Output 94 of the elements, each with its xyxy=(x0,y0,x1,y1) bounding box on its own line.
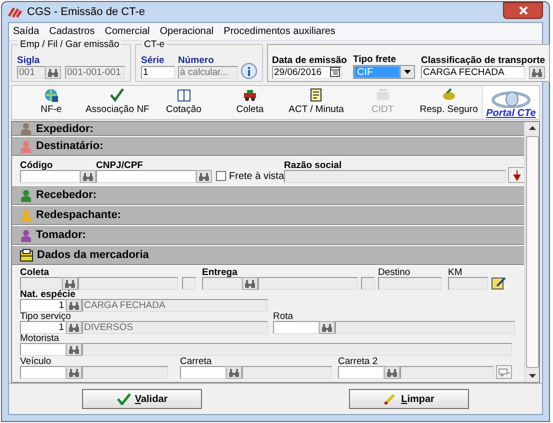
input-field[interactable] xyxy=(96,170,196,183)
field-label: Razão social xyxy=(284,161,343,170)
app-logo-icon xyxy=(8,6,22,18)
field-label: Classificação de transporte xyxy=(420,55,546,66)
close-icon xyxy=(518,6,528,15)
field-label: Veículo xyxy=(20,357,52,366)
field-label: Código xyxy=(20,161,54,170)
check-icon xyxy=(116,393,131,405)
field-label: Tipo serviço xyxy=(20,312,72,321)
menu-item[interactable]: Cadastros xyxy=(49,25,95,38)
input-field[interactable] xyxy=(273,321,319,334)
binoculars-button[interactable] xyxy=(528,66,545,79)
toolbar-button[interactable]: Coleta xyxy=(216,86,284,119)
dropdown-arrow-icon xyxy=(404,70,411,74)
binoculars-button[interactable] xyxy=(384,366,400,379)
calendar-icon[interactable] xyxy=(330,67,340,77)
menu-item[interactable]: Saída xyxy=(13,25,40,38)
close-button[interactable] xyxy=(503,2,543,19)
field-label: Data de emissão xyxy=(272,55,347,66)
input-field[interactable]: 1 xyxy=(20,321,66,334)
toolbar-button[interactable]: Cotação xyxy=(150,86,217,119)
menu-item[interactable]: Procedimentos auxiliares xyxy=(224,25,336,38)
binoculars-button[interactable] xyxy=(45,66,61,79)
readonly-field: à calcular... xyxy=(178,66,238,79)
toolbar-button[interactable]: Associação NF xyxy=(84,86,151,119)
field-label: Tipo frete xyxy=(352,54,398,65)
readonly-field: 001-001-001 xyxy=(65,66,125,79)
binoculars-button[interactable] xyxy=(196,170,212,183)
field-label: Número xyxy=(178,55,215,66)
clear-button[interactable]: Limpar xyxy=(348,389,469,409)
section-header[interactable]: Redespachante: xyxy=(12,206,524,225)
binoculars-button[interactable] xyxy=(66,321,82,334)
toolbar-button[interactable]: NF-e xyxy=(18,86,84,119)
section-header[interactable]: Recebedor: xyxy=(12,186,524,205)
check-icon xyxy=(109,87,126,103)
menu-item[interactable]: Operacional xyxy=(160,25,214,38)
field-label: Rota xyxy=(273,312,294,321)
date-field[interactable]: 29/06/2016 xyxy=(272,66,342,79)
field-label: Destino xyxy=(378,268,412,277)
field-label: Carreta 2 xyxy=(338,357,379,366)
down-arrow-button[interactable] xyxy=(508,167,524,183)
input-field[interactable] xyxy=(20,343,66,356)
input-field[interactable]: 1 xyxy=(141,66,175,79)
scrollbar[interactable] xyxy=(524,122,539,382)
input-field[interactable] xyxy=(20,366,66,379)
binoculars-button[interactable] xyxy=(319,321,335,334)
portal-logo-icon xyxy=(490,90,531,108)
toolbar-button[interactable]: ACT / Minuta xyxy=(283,86,350,119)
readonly-field: DIVERSOS xyxy=(82,321,268,334)
input-field[interactable] xyxy=(20,170,80,183)
field-label: Sigla xyxy=(17,55,41,66)
validate-button[interactable]: Validar xyxy=(82,389,202,409)
section-header[interactable]: Dados da mercadoria xyxy=(12,246,524,265)
field-label: Motorista xyxy=(20,334,60,343)
document-icon xyxy=(308,87,324,103)
window-title: CGS - Emissão de CT-e xyxy=(27,6,146,18)
section-header[interactable]: Destinatário: xyxy=(12,137,524,156)
trailer-button[interactable] xyxy=(496,365,512,379)
binoculars-button[interactable] xyxy=(66,343,82,356)
input-field[interactable]: 1 xyxy=(20,299,66,312)
down-arrow-icon xyxy=(513,170,522,180)
field-label: Carreta xyxy=(180,357,213,366)
menu-item[interactable]: Comercial xyxy=(104,25,150,38)
input-field[interactable] xyxy=(338,366,384,379)
section-header[interactable]: Expedidor: xyxy=(12,122,524,136)
input-field[interactable]: CARGA FECHADA xyxy=(420,66,525,79)
eraser-icon xyxy=(383,393,398,405)
binoculars-button[interactable] xyxy=(226,366,242,379)
frete-checkbox[interactable]: Frete à vista xyxy=(216,169,284,183)
edit-note-icon[interactable] xyxy=(491,276,507,290)
readonly-field: 001 xyxy=(17,66,45,79)
toolbar-button[interactable]: Resp. Seguro xyxy=(416,86,482,119)
globe-icon xyxy=(43,87,60,103)
field-label: KM xyxy=(448,268,464,277)
group-legend: Emp / Fil / Gar emissão xyxy=(18,39,122,50)
binoculars-button[interactable] xyxy=(80,170,96,183)
truck-icon xyxy=(242,87,258,103)
input-field[interactable] xyxy=(180,366,226,379)
info-icon xyxy=(247,66,251,76)
field-label: Nat. espécie xyxy=(20,290,76,299)
section-header[interactable]: Tomador: xyxy=(12,226,524,245)
readonly-field: CARGA FECHADA xyxy=(82,299,268,312)
scroll-down-icon[interactable] xyxy=(528,374,536,378)
binoculars-button[interactable] xyxy=(66,366,82,379)
group-legend: CT-e xyxy=(142,39,167,50)
field-label: Coleta xyxy=(20,268,50,277)
info-button[interactable] xyxy=(241,63,257,79)
coin-icon xyxy=(440,87,457,103)
tray-icon xyxy=(374,87,391,103)
scroll-up-icon[interactable] xyxy=(528,126,536,130)
field-label: CNPJ/CPF xyxy=(96,161,144,170)
binoculars-button[interactable] xyxy=(66,299,82,312)
field-label: Série xyxy=(141,55,166,66)
field-label: Entrega xyxy=(202,268,238,277)
